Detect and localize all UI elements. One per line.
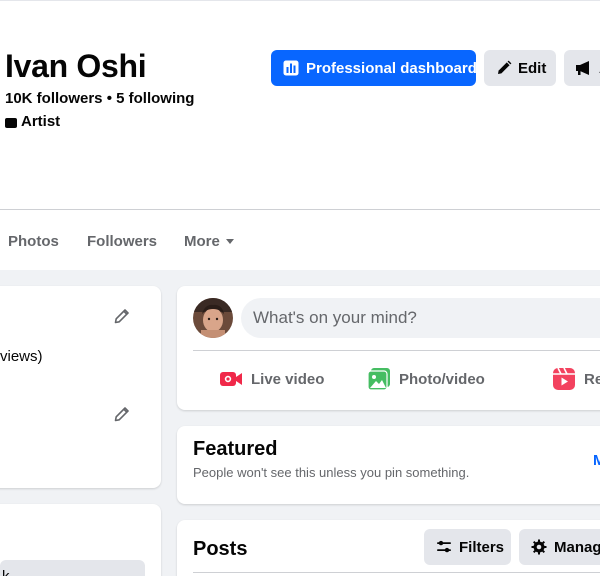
filters-button[interactable]: Filters — [424, 529, 511, 565]
tab-followers[interactable]: Followers — [87, 212, 157, 270]
profile-header: Ivan Oshi 10K followers • 5 following Ar… — [0, 0, 600, 270]
edit-details-button[interactable] — [110, 402, 134, 426]
profile-stats[interactable]: 10K followers • 5 following — [5, 90, 194, 108]
featured-subtitle: People won't see this unless you pin som… — [193, 465, 470, 480]
post-composer: Live video Photo/video Re — [177, 286, 600, 410]
advertise-button[interactable]: A — [564, 50, 600, 86]
profile-tabs: Photos Followers More — [0, 212, 600, 270]
pencil-icon — [113, 307, 131, 325]
pencil-icon — [496, 60, 512, 76]
reel-button[interactable]: Re — [552, 358, 600, 400]
whats-on-your-mind-input[interactable] — [241, 298, 600, 338]
posts-title: Posts — [193, 538, 248, 560]
dashboard-icon — [283, 60, 299, 76]
left-item-button[interactable] — [0, 560, 145, 576]
filters-label: Filters — [459, 538, 505, 556]
professional-dashboard-label: Professional dashboard — [306, 59, 477, 77]
filters-icon — [436, 539, 452, 555]
manage-label: Manag — [554, 538, 600, 556]
photo-video-icon — [367, 367, 391, 391]
top-divider — [0, 0, 600, 1]
manage-posts-button[interactable]: Manag — [519, 529, 600, 565]
left-item-label: k — [2, 568, 10, 576]
category-label: Artist — [21, 113, 61, 130]
reel-icon — [552, 367, 576, 391]
intro-views-text: views) — [0, 348, 43, 365]
profile-name: Ivan Oshi — [5, 48, 147, 84]
edit-intro-button[interactable] — [110, 304, 134, 328]
featured-manage-link[interactable]: M — [593, 452, 600, 469]
megaphone-icon — [575, 60, 593, 76]
photo-video-label: Photo/video — [399, 370, 485, 388]
briefcase-icon — [5, 117, 17, 128]
posts-card: Posts Filters Manag — [177, 520, 600, 576]
featured-title: Featured — [193, 438, 278, 460]
header-divider — [0, 209, 600, 210]
tab-more-label: More — [184, 232, 220, 250]
gear-icon — [531, 539, 547, 555]
avatar[interactable] — [193, 298, 233, 338]
secondary-left-card: k — [0, 504, 161, 576]
profile-category: Artist — [5, 113, 60, 131]
live-video-icon — [219, 369, 243, 389]
tab-photos[interactable]: Photos — [8, 212, 59, 270]
photo-video-button[interactable]: Photo/video — [367, 358, 485, 400]
caret-down-icon — [225, 239, 234, 244]
edit-label: Edit — [518, 59, 547, 77]
featured-card: Featured People won't see this unless yo… — [177, 426, 600, 504]
pencil-icon — [113, 405, 131, 423]
intro-card: views) — [0, 286, 161, 488]
reel-label: Re — [584, 370, 600, 388]
edit-button[interactable]: Edit — [484, 50, 556, 86]
tab-more[interactable]: More — [184, 212, 234, 270]
live-video-label: Live video — [251, 370, 325, 388]
live-video-button[interactable]: Live video — [219, 358, 324, 400]
composer-divider — [193, 350, 600, 351]
posts-divider — [193, 572, 600, 573]
professional-dashboard-button[interactable]: Professional dashboard — [271, 50, 477, 86]
